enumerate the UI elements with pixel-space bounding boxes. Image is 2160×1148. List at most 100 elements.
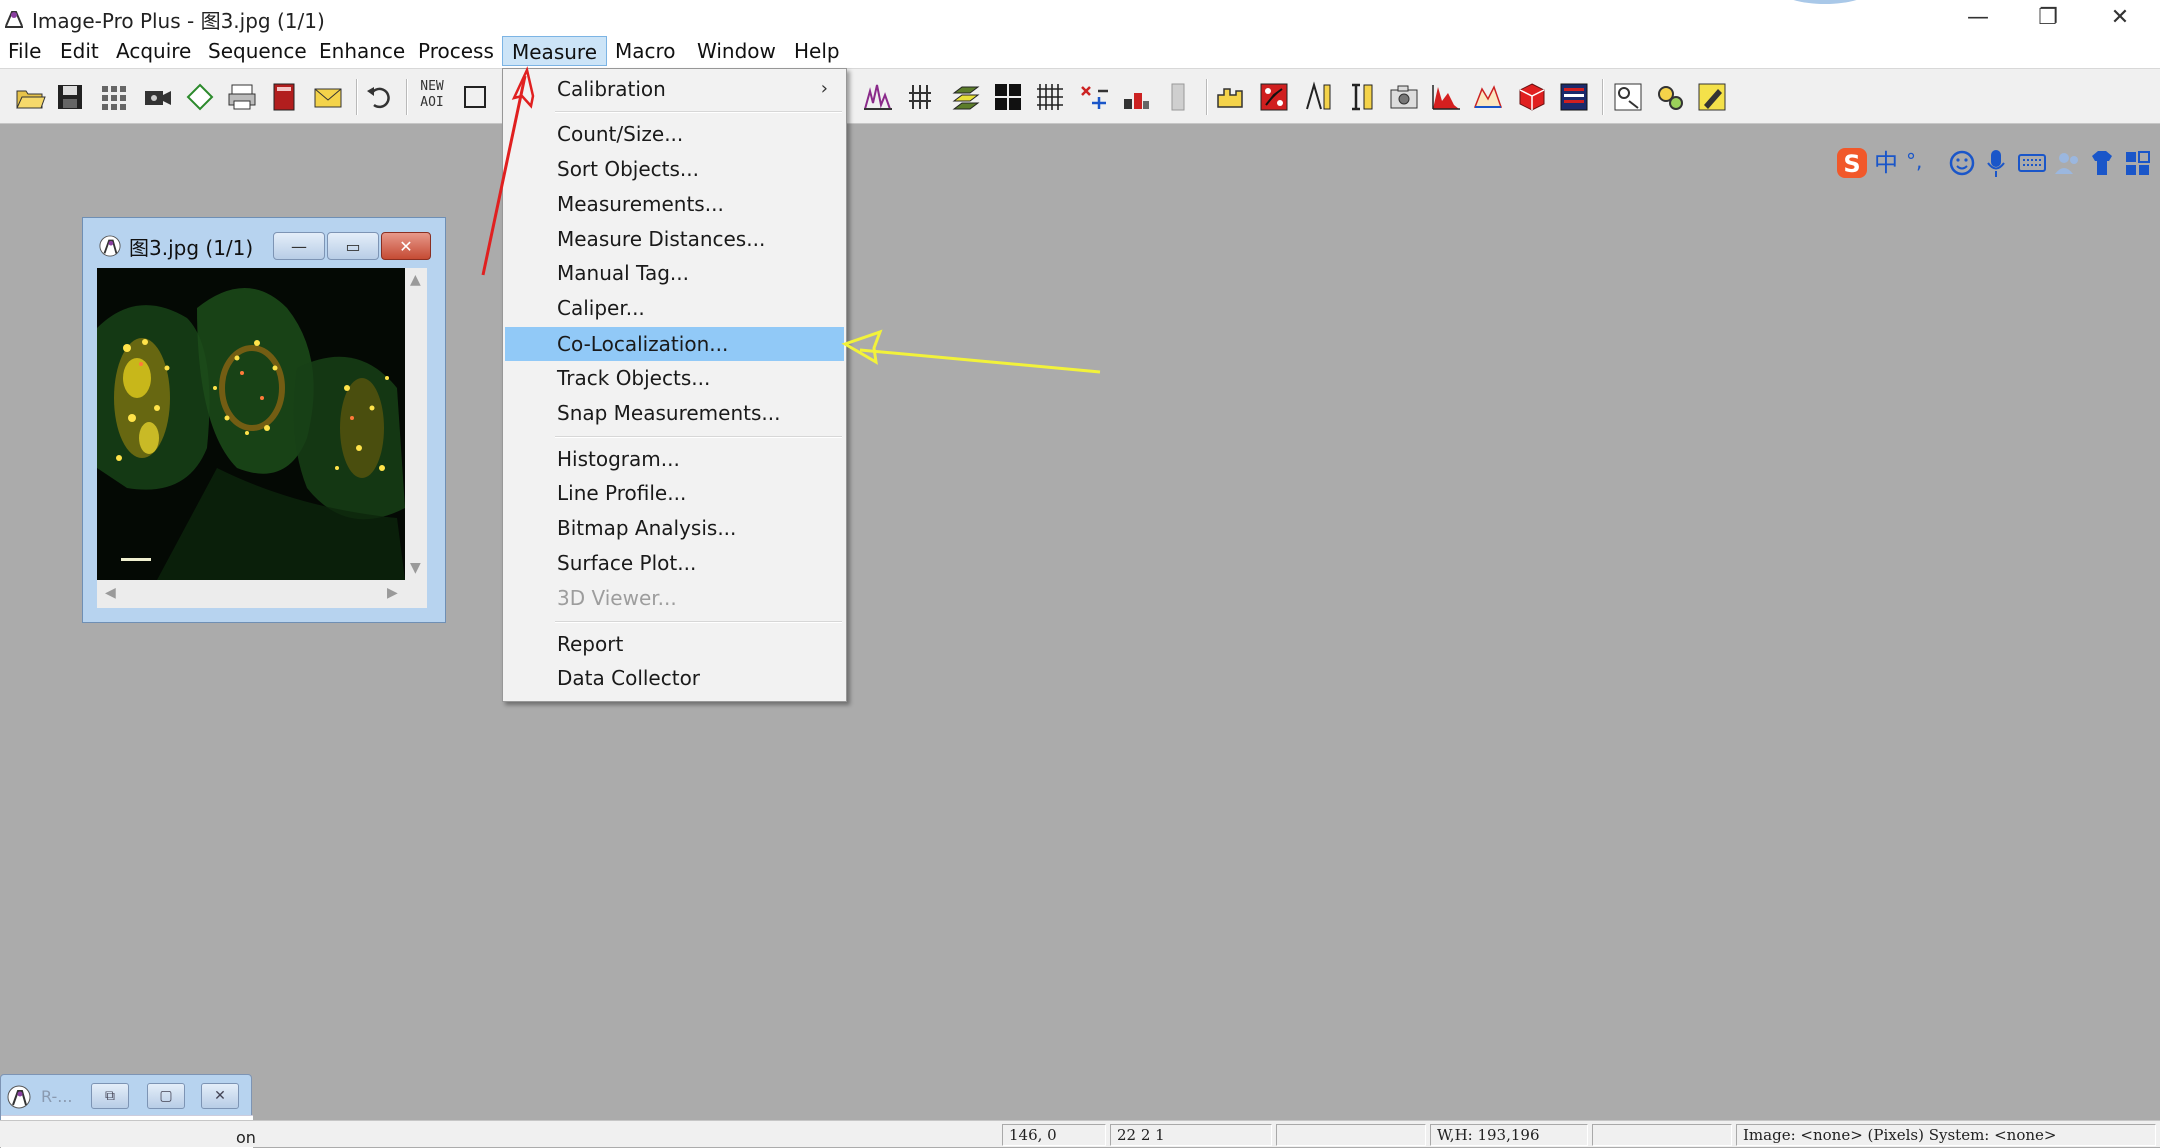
image-window-minimize-button[interactable]: — <box>273 232 325 260</box>
menu-sequence[interactable]: Sequence <box>208 36 307 66</box>
measure-menu-dropdown: Calibration › Count/Size... Sort Objects… <box>502 68 847 702</box>
image-horizontal-scrollbar[interactable]: ◀ ▶ <box>97 580 427 608</box>
toolbar-separator <box>1602 79 1604 115</box>
grid-cross-icon[interactable] <box>1034 81 1066 113</box>
menu-macro[interactable]: Macro <box>615 36 676 66</box>
menu-item-snap-measurements[interactable]: Snap Measurements... <box>505 396 844 430</box>
menu-item-bitmap-analysis[interactable]: Bitmap Analysis... <box>505 511 844 545</box>
mini-window-close-button[interactable]: ✕ <box>201 1083 239 1109</box>
scroll-right-icon[interactable]: ▶ <box>387 585 398 601</box>
punctuation-icon[interactable]: °, <box>1906 146 1938 180</box>
yellow-annotation-arrow <box>841 329 1101 374</box>
title-bar: Image-Pro Plus - 图3.jpg (1/1) — ❐ ✕ <box>0 0 2160 36</box>
keyboard-icon[interactable] <box>2016 146 2048 180</box>
menu-file[interactable]: File <box>8 36 41 66</box>
menu-item-track-objects[interactable]: Track Objects... <box>505 361 844 395</box>
fluorescence-image[interactable] <box>97 268 405 580</box>
menu-window[interactable]: Window <box>697 36 776 66</box>
histogram-peaks-icon[interactable] <box>862 81 894 113</box>
minimize-button[interactable]: — <box>1946 0 2010 34</box>
macro-icon[interactable] <box>1612 81 1644 113</box>
mic-icon[interactable] <box>1980 146 2012 180</box>
shirt-icon[interactable] <box>2086 146 2118 180</box>
scroll-up-icon[interactable]: ▲ <box>410 272 421 288</box>
caliper-icon[interactable] <box>1346 81 1378 113</box>
gears-icon[interactable] <box>1654 81 1686 113</box>
cloud-decoration <box>1780 0 1870 4</box>
emoji-icon[interactable] <box>1946 146 1978 180</box>
menu-help[interactable]: Help <box>794 36 840 66</box>
new-aoi-label-line2: AOI <box>420 95 444 110</box>
print-icon[interactable] <box>226 81 258 113</box>
menu-item-co-localization[interactable]: Co-Localization... <box>505 327 844 361</box>
mail-icon[interactable] <box>312 81 344 113</box>
plus-minus-icon[interactable] <box>1078 81 1110 113</box>
mini-window-restore-button[interactable]: ⧉ <box>91 1083 129 1109</box>
ime-toolbar: S 中 °, <box>1836 142 2160 184</box>
pencil-icon[interactable] <box>1696 81 1728 113</box>
menu-acquire[interactable]: Acquire <box>116 36 191 66</box>
cube-icon[interactable] <box>1516 81 1548 113</box>
mini-window-logo-icon <box>7 1085 31 1109</box>
book-icon[interactable] <box>268 81 300 113</box>
image-vertical-scrollbar[interactable]: ▲ ▼ <box>405 268 427 580</box>
quad-icon[interactable] <box>992 81 1024 113</box>
menu-item-data-collector[interactable]: Data Collector <box>505 661 844 695</box>
ruler-icon[interactable] <box>1302 81 1334 113</box>
image-document-window[interactable]: 图3.jpg (1/1) — ▭ ✕ ▲ ▼ ◀ ▶ <box>82 217 446 623</box>
menu-item-histogram[interactable]: Histogram... <box>505 442 844 476</box>
menu-measure[interactable]: Measure <box>502 36 607 66</box>
status-width-height: W,H: 193,196 <box>1430 1124 1588 1146</box>
open-icon[interactable] <box>14 81 46 113</box>
menu-item-measurements[interactable]: Measurements... <box>505 187 844 221</box>
line-profile-icon[interactable] <box>906 81 938 113</box>
scroll-down-icon[interactable]: ▼ <box>410 560 421 576</box>
layers-icon[interactable] <box>950 81 982 113</box>
scroll-left-icon[interactable]: ◀ <box>105 585 116 601</box>
hand-icon[interactable] <box>1214 81 1246 113</box>
chinese-mode-icon[interactable]: 中 <box>1874 146 1906 180</box>
rotate-icon[interactable] <box>184 81 216 113</box>
main-toolbar: NEW AOI <box>0 69 2160 124</box>
close-button[interactable]: ✕ <box>2088 0 2152 34</box>
image-pro-plus-app: Image-Pro Plus - 图3.jpg (1/1) — ❐ ✕ File… <box>0 0 2160 1148</box>
camera-icon[interactable] <box>142 81 174 113</box>
red-histogram-icon[interactable] <box>1430 81 1462 113</box>
users-icon[interactable] <box>2052 146 2084 180</box>
menu-item-surface-plot[interactable]: Surface Plot... <box>505 546 844 580</box>
grid-icon[interactable] <box>98 81 130 113</box>
mini-window-maximize-button[interactable]: ▢ <box>147 1083 185 1109</box>
menu-item-label: Calibration <box>557 77 666 101</box>
measure-blocks-icon[interactable] <box>1120 81 1152 113</box>
menu-item-manual-tag[interactable]: Manual Tag... <box>505 256 844 290</box>
menu-item-report[interactable]: Report <box>505 627 844 661</box>
dice-icon[interactable] <box>1258 81 1290 113</box>
menu-item-sort-objects[interactable]: Sort Objects... <box>505 152 844 186</box>
sogou-icon[interactable]: S <box>1836 146 1868 180</box>
menu-item-line-profile[interactable]: Line Profile... <box>505 476 844 510</box>
menu-process[interactable]: Process <box>418 36 494 66</box>
menu-enhance[interactable]: Enhance <box>319 36 405 66</box>
menu-item-count-size[interactable]: Count/Size... <box>505 117 844 151</box>
surface-plot-icon[interactable] <box>1472 81 1504 113</box>
menu-separator <box>555 621 842 623</box>
restore-button[interactable]: ❐ <box>2016 0 2080 34</box>
menu-bar: File Edit Acquire Sequence Enhance Proce… <box>0 36 2160 69</box>
new-aoi-label-line1: NEW <box>420 79 444 94</box>
menu-item-calibration[interactable]: Calibration › <box>505 72 844 106</box>
image-window-maximize-button[interactable]: ▭ <box>327 232 379 260</box>
grid-apps-icon[interactable] <box>2122 146 2154 180</box>
status-values: 22 2 1 <box>1110 1124 1272 1146</box>
bar-icon[interactable] <box>1162 81 1194 113</box>
snapshot-icon[interactable] <box>1388 81 1420 113</box>
menu-item-measure-distances[interactable]: Measure Distances... <box>505 222 844 256</box>
rectangle-icon[interactable] <box>460 81 492 113</box>
report-icon[interactable] <box>1558 81 1590 113</box>
new-aoi-button[interactable]: NEW AOI <box>416 79 448 115</box>
menu-edit[interactable]: Edit <box>60 36 99 66</box>
undo-icon[interactable] <box>364 81 396 113</box>
status-empty-1 <box>1276 1124 1426 1146</box>
image-window-close-button[interactable]: ✕ <box>381 232 431 260</box>
save-icon[interactable] <box>54 81 86 113</box>
menu-item-caliper[interactable]: Caliper... <box>505 291 844 325</box>
